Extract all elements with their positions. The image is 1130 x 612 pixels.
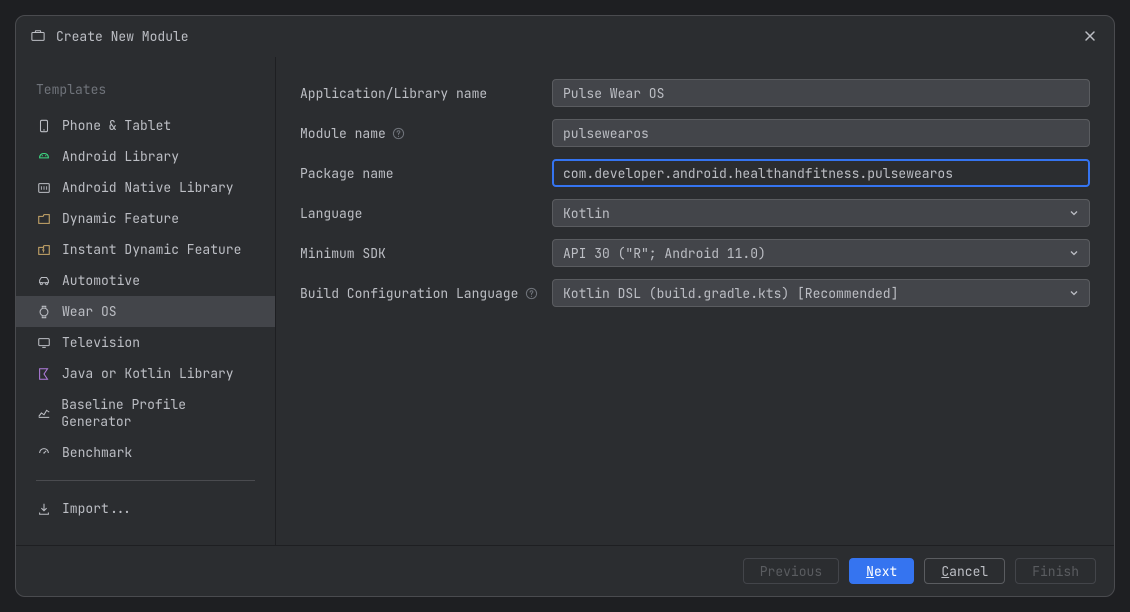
select-build-config[interactable]: Kotlin DSL (build.gradle.kts) [Recommend… bbox=[552, 279, 1090, 307]
input-app-name-value: Pulse Wear OS bbox=[563, 85, 664, 102]
row-app-name: Application/Library name Pulse Wear OS bbox=[300, 79, 1090, 107]
sidebar-item-instant-dynamic-feature[interactable]: Instant Dynamic Feature bbox=[16, 234, 275, 265]
row-package-name: Package name com.developer.android.healt… bbox=[300, 159, 1090, 187]
row-language: Language Kotlin bbox=[300, 199, 1090, 227]
native-icon bbox=[36, 180, 52, 196]
dialog-footer: Previous Next Cancel Finish bbox=[16, 545, 1114, 596]
sidebar-item-television[interactable]: Television bbox=[16, 327, 275, 358]
row-min-sdk: Minimum SDK API 30 ("R"; Android 11.0) bbox=[300, 239, 1090, 267]
sidebar-item-baseline-profile[interactable]: Baseline Profile Generator bbox=[16, 389, 275, 437]
form-panel: Application/Library name Pulse Wear OS M… bbox=[276, 57, 1114, 545]
next-button[interactable]: Next bbox=[849, 558, 914, 584]
input-app-name[interactable]: Pulse Wear OS bbox=[552, 79, 1090, 107]
select-min-sdk[interactable]: API 30 ("R"; Android 11.0) bbox=[552, 239, 1090, 267]
sidebar-item-label: Android Library bbox=[62, 148, 179, 165]
cancel-button[interactable]: Cancel bbox=[924, 558, 1005, 584]
sidebar-item-android-native-library[interactable]: Android Native Library bbox=[16, 172, 275, 203]
chevron-down-icon bbox=[1069, 208, 1079, 218]
sidebar-item-wear-os[interactable]: Wear OS bbox=[16, 296, 275, 327]
select-min-sdk-value: API 30 ("R"; Android 11.0) bbox=[563, 245, 766, 262]
sidebar-item-automotive[interactable]: Automotive bbox=[16, 265, 275, 296]
sidebar-item-label: Baseline Profile Generator bbox=[61, 396, 255, 430]
car-icon bbox=[36, 273, 52, 289]
tv-icon bbox=[36, 335, 52, 351]
library-icon bbox=[36, 366, 52, 382]
dialog-title: Create New Module bbox=[56, 28, 1070, 45]
instant-dynamic-feature-icon bbox=[36, 242, 52, 258]
finish-button: Finish bbox=[1015, 558, 1096, 584]
chevron-down-icon bbox=[1069, 248, 1079, 258]
chevron-down-icon bbox=[1069, 288, 1079, 298]
dialog-body: Templates Phone & Tablet Android Library bbox=[16, 57, 1114, 545]
label-build-config: Build Configuration Language bbox=[300, 285, 540, 302]
benchmark-icon bbox=[36, 445, 52, 461]
sidebar-item-label: Television bbox=[62, 334, 140, 351]
sidebar-item-benchmark[interactable]: Benchmark bbox=[16, 437, 275, 468]
close-button[interactable] bbox=[1080, 26, 1100, 46]
sidebar-item-dynamic-feature[interactable]: Dynamic Feature bbox=[16, 203, 275, 234]
row-build-config: Build Configuration Language Kotlin DSL … bbox=[300, 279, 1090, 307]
title-bar: Create New Module bbox=[16, 16, 1114, 57]
sidebar-item-label: Android Native Library bbox=[62, 179, 234, 196]
android-icon bbox=[36, 149, 52, 165]
input-module-name-value: pulsewearos bbox=[563, 125, 649, 142]
sidebar-header: Templates bbox=[16, 75, 275, 110]
label-min-sdk: Minimum SDK bbox=[300, 245, 540, 262]
import-icon bbox=[36, 501, 52, 517]
input-package-name-value: com.developer.android.healthandfitness.p… bbox=[563, 165, 953, 182]
templates-sidebar: Templates Phone & Tablet Android Library bbox=[16, 57, 276, 545]
sidebar-item-label: Benchmark bbox=[62, 444, 132, 461]
sidebar-item-android-library[interactable]: Android Library bbox=[16, 141, 275, 172]
dynamic-feature-icon bbox=[36, 211, 52, 227]
previous-button: Previous bbox=[743, 558, 839, 584]
label-package-name: Package name bbox=[300, 165, 540, 182]
create-module-dialog: Create New Module Templates Phone & Tabl… bbox=[15, 15, 1115, 597]
module-icon bbox=[30, 28, 46, 44]
sidebar-divider bbox=[36, 480, 255, 481]
sidebar-item-label: Instant Dynamic Feature bbox=[62, 241, 241, 258]
sidebar-items: Phone & Tablet Android Library Android N… bbox=[16, 110, 275, 468]
sidebar-item-phone-tablet[interactable]: Phone & Tablet bbox=[16, 110, 275, 141]
sidebar-import-label: Import... bbox=[62, 500, 132, 517]
help-icon[interactable] bbox=[392, 126, 406, 140]
baseline-icon bbox=[36, 405, 51, 421]
label-module-name: Module name bbox=[300, 125, 540, 142]
input-module-name[interactable]: pulsewearos bbox=[552, 119, 1090, 147]
sidebar-item-label: Wear OS bbox=[62, 303, 117, 320]
sidebar-item-java-kotlin-library[interactable]: Java or Kotlin Library bbox=[16, 358, 275, 389]
label-app-name: Application/Library name bbox=[300, 85, 540, 102]
select-build-config-value: Kotlin DSL (build.gradle.kts) [Recommend… bbox=[563, 285, 898, 302]
select-language[interactable]: Kotlin bbox=[552, 199, 1090, 227]
sidebar-item-label: Dynamic Feature bbox=[62, 210, 179, 227]
label-language: Language bbox=[300, 205, 540, 222]
help-icon[interactable] bbox=[524, 286, 538, 300]
sidebar-item-label: Java or Kotlin Library bbox=[62, 365, 234, 382]
watch-icon bbox=[36, 304, 52, 320]
sidebar-import[interactable]: Import... bbox=[16, 493, 275, 524]
sidebar-item-label: Phone & Tablet bbox=[62, 117, 171, 134]
phone-icon bbox=[36, 118, 52, 134]
sidebar-item-label: Automotive bbox=[62, 272, 140, 289]
row-module-name: Module name pulsewearos bbox=[300, 119, 1090, 147]
input-package-name[interactable]: com.developer.android.healthandfitness.p… bbox=[552, 159, 1090, 187]
select-language-value: Kotlin bbox=[563, 205, 610, 222]
